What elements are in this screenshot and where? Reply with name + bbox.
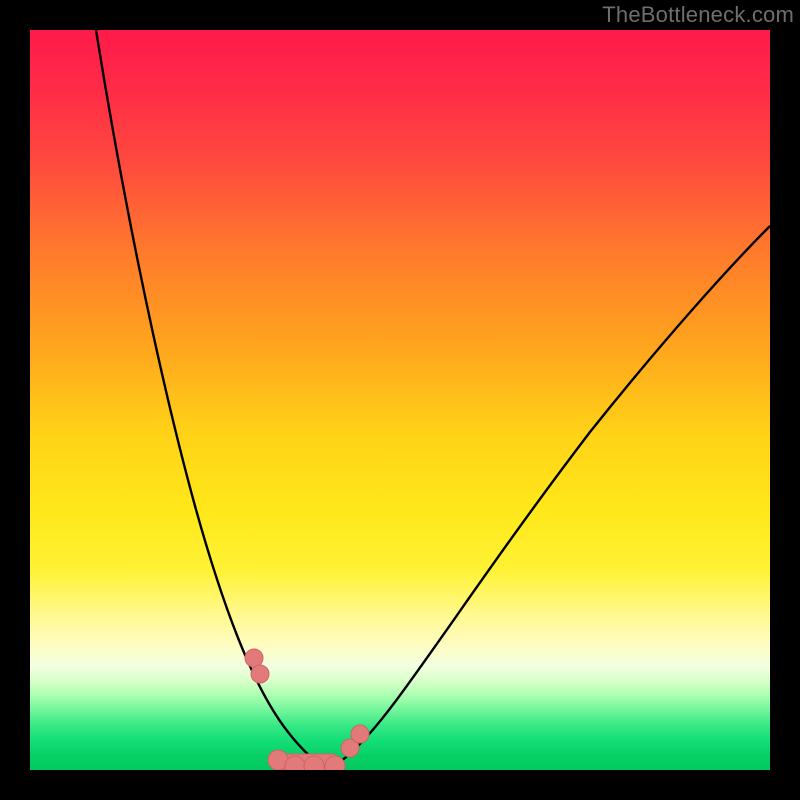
marker-dot (245, 649, 263, 667)
chart-frame: TheBottleneck.com (0, 0, 800, 800)
marker-dot (351, 725, 369, 743)
right-curve-path (328, 226, 770, 768)
marker-dot (251, 665, 269, 683)
watermark-text: TheBottleneck.com (602, 2, 794, 28)
plot-area (30, 30, 770, 770)
curve-svg (30, 30, 770, 770)
left-curve-path (96, 30, 328, 768)
